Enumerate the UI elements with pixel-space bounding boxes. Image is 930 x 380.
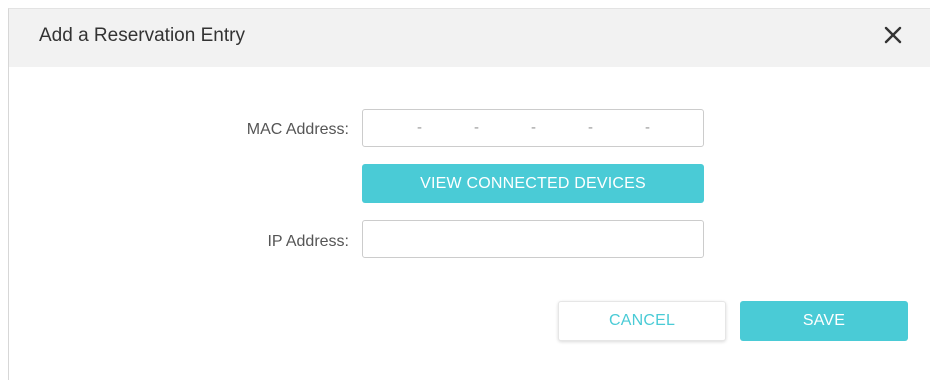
save-button[interactable]: SAVE [740, 301, 908, 341]
mac-address-label: MAC Address: [246, 121, 349, 138]
ip-address-input[interactable] [362, 220, 704, 258]
reservation-dialog: Add a Reservation Entry MAC Address: - -… [8, 8, 930, 380]
mac-separator: - [531, 119, 536, 136]
ip-address-label: IP Address: [267, 233, 349, 250]
mac-separator: - [474, 119, 479, 136]
view-connected-devices-button[interactable]: VIEW CONNECTED DEVICES [362, 164, 704, 203]
mac-address-field[interactable]: - - - - - [362, 109, 704, 147]
mac-separator: - [417, 119, 422, 136]
dialog-header: Add a Reservation Entry [9, 9, 930, 67]
mac-separator: - [588, 119, 593, 136]
close-icon[interactable] [879, 21, 907, 49]
mac-separator: - [645, 119, 650, 136]
dialog-title: Add a Reservation Entry [39, 25, 245, 46]
cancel-button[interactable]: CANCEL [558, 301, 726, 341]
